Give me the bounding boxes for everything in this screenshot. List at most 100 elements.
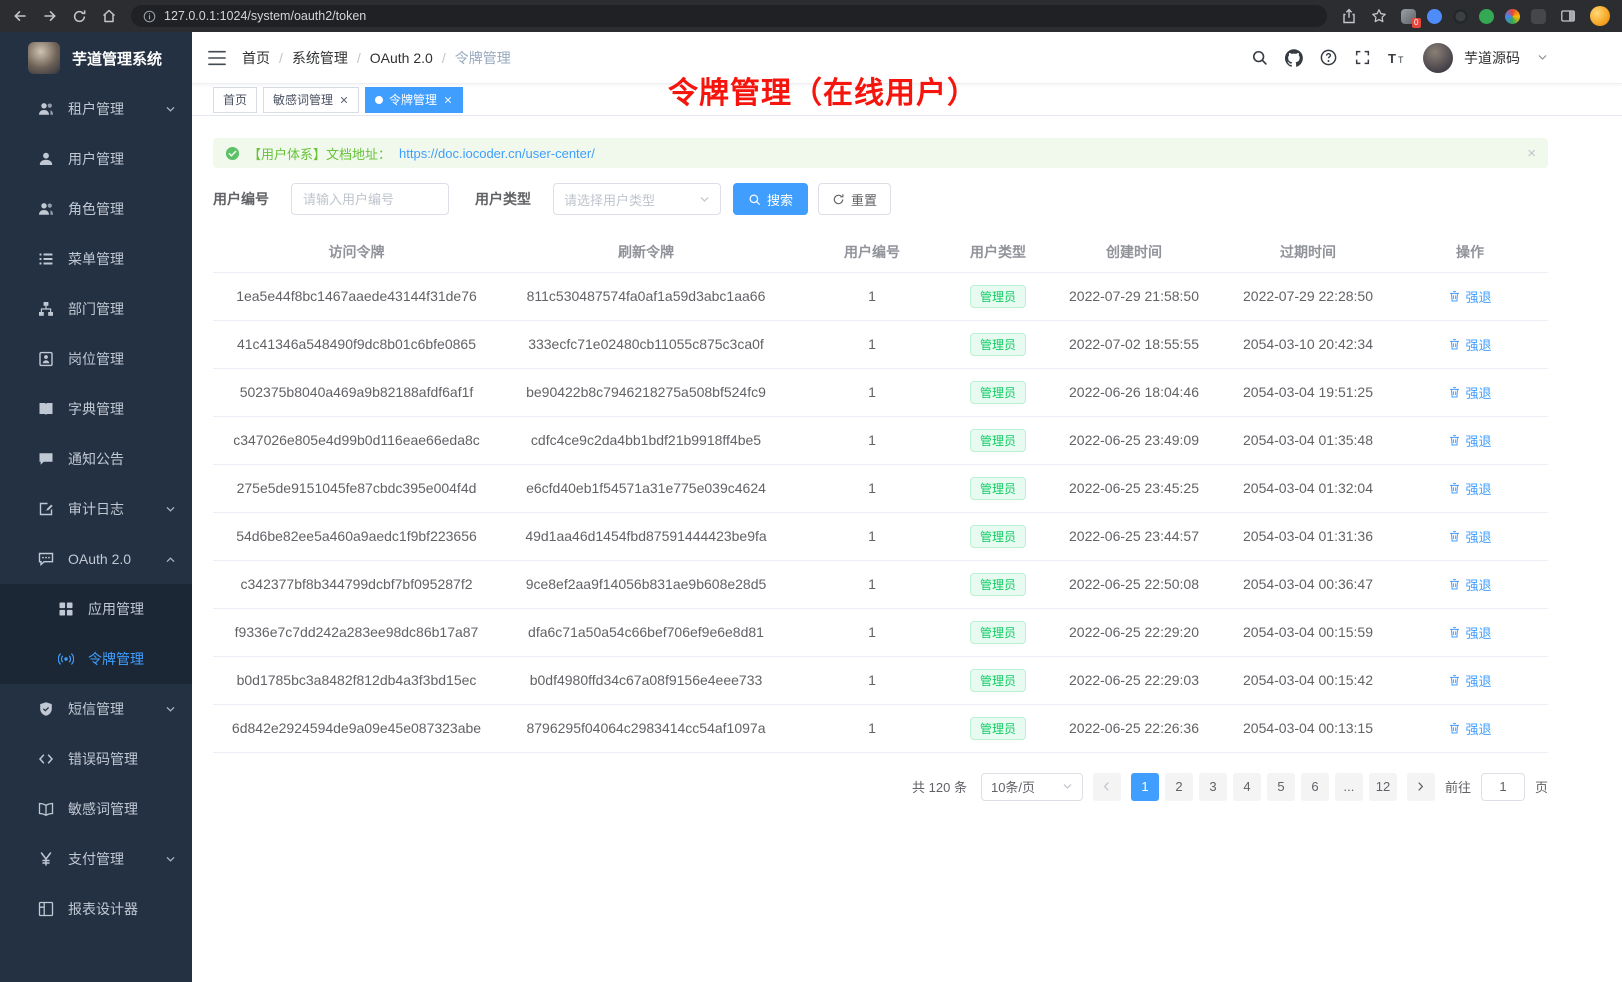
errcode-icon <box>38 751 54 767</box>
sidebar-item-menu[interactable]: 菜单管理 <box>0 234 192 284</box>
screen: 127.0.0.1:1024/system/oauth2/token 0 芋道管… <box>0 0 1622 982</box>
reset-button[interactable]: 重置 <box>818 183 891 215</box>
force-logout-button[interactable]: 强退 <box>1448 335 1491 354</box>
font-size-icon[interactable]: TT <box>1388 49 1406 67</box>
tab-sensitive-word[interactable]: 敏感词管理 <box>263 87 359 113</box>
page-size-select[interactable]: 10条/页 <box>981 773 1083 801</box>
force-logout-button[interactable]: 强退 <box>1448 623 1491 642</box>
browser-split-view-icon[interactable] <box>1560 8 1576 24</box>
force-logout-button[interactable]: 强退 <box>1448 479 1491 498</box>
pagination-prev-button[interactable] <box>1093 773 1121 801</box>
expire-time-cell: 2054-03-04 01:35:48 <box>1224 416 1392 464</box>
browser-address-bar[interactable]: 127.0.0.1:1024/system/oauth2/token <box>131 5 1327 27</box>
force-logout-button[interactable]: 强退 <box>1448 287 1491 306</box>
user-id-input[interactable] <box>291 183 449 215</box>
sidebar-item-label: 错误码管理 <box>68 749 176 769</box>
pagination-page-2[interactable]: 2 <box>1165 773 1193 801</box>
force-logout-button[interactable]: 强退 <box>1448 671 1491 690</box>
sidebar-item-tenant[interactable]: 租户管理 <box>0 84 192 134</box>
sidebar-item-dept[interactable]: 部门管理 <box>0 284 192 334</box>
sidebar-item-report-designer[interactable]: 报表设计器 <box>0 884 192 934</box>
help-icon[interactable] <box>1320 49 1337 66</box>
tab-close-icon[interactable] <box>443 95 453 105</box>
extension-icon[interactable] <box>1427 9 1442 24</box>
banner-close-icon[interactable]: × <box>1527 146 1536 161</box>
user-id-label: 用户编号 <box>213 189 269 209</box>
search-button[interactable]: 搜索 <box>733 183 808 215</box>
sidebar-item-notice[interactable]: 通知公告 <box>0 434 192 484</box>
extension-icon[interactable]: 0 <box>1401 9 1416 24</box>
breadcrumb-item[interactable]: 首页 <box>242 48 270 68</box>
tab-close-icon[interactable] <box>339 95 349 105</box>
extension-icon[interactable] <box>1531 9 1546 24</box>
user-type-select[interactable]: 请选择用户类型 <box>553 183 721 215</box>
sidebar-item-user[interactable]: 用户管理 <box>0 134 192 184</box>
force-logout-button[interactable]: 强退 <box>1448 431 1491 450</box>
goto-suffix: 页 <box>1535 777 1548 796</box>
sidebar-toggle-icon[interactable] <box>208 49 226 67</box>
user-menu-caret-icon[interactable] <box>1537 52 1548 63</box>
fullscreen-icon[interactable] <box>1354 49 1371 66</box>
browser-share-icon[interactable] <box>1341 8 1357 24</box>
user-avatar[interactable] <box>1423 43 1453 73</box>
page-content: 【用户体系】文档地址： https://doc.iocoder.cn/user-… <box>192 116 1622 801</box>
pagination-page-6[interactable]: 6 <box>1301 773 1329 801</box>
prev-icon <box>1101 781 1112 792</box>
sidebar-item-audit-log[interactable]: 审计日志 <box>0 484 192 534</box>
trash-icon <box>1448 434 1461 447</box>
browser-home-icon[interactable] <box>101 8 117 24</box>
browser-reload-icon[interactable] <box>72 9 87 24</box>
sidebar-item-sensitive-word[interactable]: 敏感词管理 <box>0 784 192 834</box>
extension-icon[interactable] <box>1505 9 1520 24</box>
column-header: 用户类型 <box>952 232 1044 272</box>
sidebar-item-oauth2-token[interactable]: 令牌管理 <box>0 634 192 684</box>
token-table: 访问令牌刷新令牌用户编号用户类型创建时间过期时间操作 1ea5e44f8bc14… <box>213 232 1548 753</box>
sidebar-item-oauth2-app[interactable]: 应用管理 <box>0 584 192 634</box>
username[interactable]: 芋道源码 <box>1464 48 1520 68</box>
sidebar-item-sms[interactable]: 短信管理 <box>0 684 192 734</box>
doc-link[interactable]: https://doc.iocoder.cn/user-center/ <box>399 146 595 161</box>
breadcrumb-item[interactable]: 系统管理 <box>292 48 348 68</box>
reset-button-label: 重置 <box>851 190 877 209</box>
pagination-page-4[interactable]: 4 <box>1233 773 1261 801</box>
force-logout-button[interactable]: 强退 <box>1448 719 1491 738</box>
user-type-cell: 管理员 <box>952 320 1044 368</box>
pagination-next-button[interactable] <box>1407 773 1435 801</box>
browser-profile-avatar[interactable] <box>1590 6 1610 26</box>
sidebar-item-pay[interactable]: 支付管理 <box>0 834 192 884</box>
search-icon[interactable] <box>1251 49 1268 66</box>
sidebar-item-label: 应用管理 <box>88 599 176 619</box>
pagination-page-1[interactable]: 1 <box>1131 773 1159 801</box>
site-info-icon[interactable] <box>143 10 156 23</box>
extension-icon[interactable] <box>1479 9 1494 24</box>
pagination-page-12[interactable]: 12 <box>1369 773 1397 801</box>
browser-back-icon[interactable] <box>12 8 28 24</box>
tenant-icon <box>38 101 54 117</box>
browser-forward-icon[interactable] <box>42 8 58 24</box>
pagination-page-3[interactable]: 3 <box>1199 773 1227 801</box>
action-cell: 强退 <box>1392 368 1548 416</box>
sidebar-item-error-code[interactable]: 错误码管理 <box>0 734 192 784</box>
sidebar-item-role[interactable]: 角色管理 <box>0 184 192 234</box>
breadcrumb-item[interactable]: OAuth 2.0 <box>370 50 433 66</box>
goto-page-input[interactable] <box>1481 773 1525 801</box>
extension-icon[interactable] <box>1453 9 1468 24</box>
force-logout-button[interactable]: 强退 <box>1448 527 1491 546</box>
user-id-cell: 1 <box>792 704 952 752</box>
breadcrumb-separator: / <box>442 50 446 66</box>
user-type-badge: 管理员 <box>970 477 1026 500</box>
browser-bookmark-icon[interactable] <box>1371 8 1387 24</box>
expire-time-cell: 2054-03-04 00:13:15 <box>1224 704 1392 752</box>
force-logout-button[interactable]: 强退 <box>1448 383 1491 402</box>
pagination-page-5[interactable]: 5 <box>1267 773 1295 801</box>
sidebar-item-oauth2[interactable]: OAuth 2.0 <box>0 534 192 584</box>
sidebar-item-dict[interactable]: 字典管理 <box>0 384 192 434</box>
refresh-token-cell: be90422b8c7946218275a508bf524fc9 <box>500 368 792 416</box>
sidebar-item-post[interactable]: 岗位管理 <box>0 334 192 384</box>
extension-badge: 0 <box>1412 18 1421 28</box>
github-icon[interactable] <box>1285 49 1303 67</box>
tab-oauth2-token[interactable]: 令牌管理 <box>365 87 463 113</box>
pagination-ellipsis[interactable]: ... <box>1335 773 1363 801</box>
force-logout-button[interactable]: 强退 <box>1448 575 1491 594</box>
tab-home[interactable]: 首页 <box>213 87 257 113</box>
